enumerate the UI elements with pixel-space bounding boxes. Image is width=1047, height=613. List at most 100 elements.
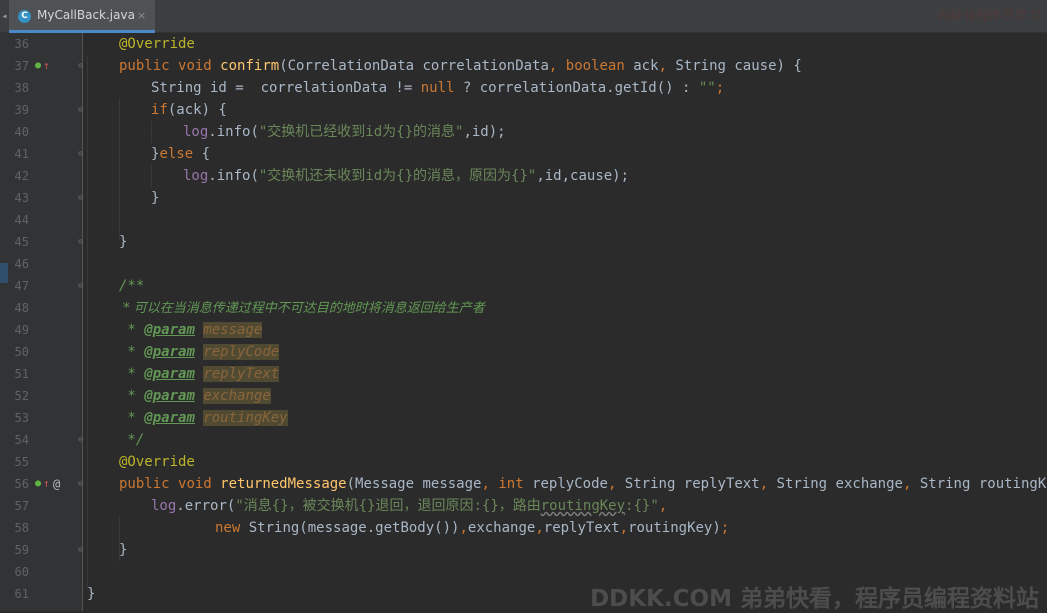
code-line[interactable]: 39 ⊖ if(ack) { <box>0 99 1047 121</box>
tab-bar-watermark-text: 尚硅谷程序员学习 <box>936 9 1041 24</box>
fold-icon[interactable]: ⊖ <box>76 429 85 451</box>
tab-mycallback-java[interactable]: C MyCallBack.java × <box>9 0 155 33</box>
line-number: 54 <box>14 433 29 447</box>
code-text[interactable]: */ <box>119 429 144 451</box>
override-at-icon[interactable]: @ <box>53 473 60 495</box>
line-number: 55 <box>14 455 29 469</box>
code-text[interactable]: log.info("交换机已经收到id为{}的消息",id); <box>183 121 506 143</box>
code-line[interactable]: 59 ⊖ } <box>0 539 1047 561</box>
field-token: log <box>151 498 177 514</box>
code-line[interactable]: 44 <box>0 209 1047 231</box>
fold-icon[interactable]: ⊖ <box>76 143 85 165</box>
implements-method-icon[interactable]: ● <box>35 55 41 77</box>
code-text[interactable]: } <box>87 583 95 605</box>
method-name-token: confirm <box>220 58 280 74</box>
keyword-token: if <box>151 102 168 118</box>
navigate-up-icon[interactable]: ↑ <box>43 55 50 77</box>
code-line[interactable]: 50 * @param replyCode <box>0 341 1047 363</box>
code-text[interactable]: log.error("消息{}，被交换机{}退回，退回原因:{}，路由routi… <box>151 495 667 517</box>
javadoc-tag-token: @param <box>144 366 195 382</box>
code-text[interactable]: @Override <box>119 33 195 55</box>
fold-icon[interactable]: ⊖ <box>76 275 85 297</box>
fold-icon[interactable]: ⊖ <box>76 99 85 121</box>
javadoc-param-token: message <box>203 322 263 338</box>
watermark: DDKK.COM 弟弟快看，程序员编程资料站 <box>590 586 1039 612</box>
code-line[interactable]: 55 @Override <box>0 451 1047 473</box>
code-line[interactable]: 56 ● ↑ @ ⊖ public void returnedMessage(M… <box>0 473 1047 495</box>
string-token: "交换机还未收到id为{}的消息，原因为{}" <box>258 168 537 184</box>
fold-icon[interactable]: ⊖ <box>76 55 85 77</box>
code-token: replyCode <box>523 476 608 492</box>
code-text[interactable]: @Override <box>119 451 195 473</box>
line-number: 38 <box>14 81 29 95</box>
code-token: String exchange <box>768 476 903 492</box>
fold-icon[interactable]: ⊖ <box>76 539 85 561</box>
code-line[interactable]: 38 String id = correlationData != null ?… <box>0 77 1047 99</box>
javadoc-tag-token: @param <box>144 410 195 426</box>
javadoc-tag-token: @param <box>144 322 195 338</box>
code-text[interactable]: public void returnedMessage(Message mess… <box>119 473 1047 495</box>
string-token: routingKey <box>540 498 626 514</box>
code-line[interactable]: 48 * 可以在当消息传递过程中不可达目的地时将消息返回给生产者 <box>0 297 1047 319</box>
line-number: 50 <box>14 345 29 359</box>
code-text[interactable]: /** <box>119 275 144 297</box>
close-tab-icon[interactable]: × <box>137 0 146 31</box>
line-number: 57 <box>14 499 29 513</box>
editor-tab-bar: ◂ C MyCallBack.java × 尚硅谷程序员学习 <box>0 0 1047 33</box>
string-token: "" <box>698 80 716 96</box>
fold-icon[interactable]: ⊖ <box>76 231 85 253</box>
code-line[interactable]: 54 ⊖ */ <box>0 429 1047 451</box>
code-token: routingKey) <box>628 520 721 536</box>
code-line[interactable]: 49 * @param message <box>0 319 1047 341</box>
code-line[interactable]: 43 ⊖ } <box>0 187 1047 209</box>
code-line[interactable]: 46 <box>0 253 1047 275</box>
punct-token: , <box>548 58 558 74</box>
tab-scroll-left-icon[interactable]: ◂ <box>0 0 9 33</box>
string-token: :{}" <box>625 498 659 514</box>
code-text[interactable]: }else { <box>151 143 210 165</box>
line-number: 49 <box>14 323 29 337</box>
line-number: 53 <box>14 411 29 425</box>
code-text[interactable]: * @param message <box>119 319 263 341</box>
line-number: 46 <box>14 257 29 271</box>
fold-icon[interactable]: ⊖ <box>76 473 85 495</box>
code-line[interactable]: 51 * @param replyText <box>0 363 1047 385</box>
code-token: String replyText <box>616 476 760 492</box>
code-line[interactable]: 45 ⊖ } <box>0 231 1047 253</box>
code-token: } <box>87 586 96 602</box>
implements-method-icon[interactable]: ● <box>35 473 41 495</box>
doc-comment-token: * 可以在当消息传递过程中不可达目的地时将消息返回给生产者 <box>119 301 485 316</box>
punct-token: , <box>535 520 544 536</box>
code-text[interactable]: * 可以在当消息传递过程中不可达目的地时将消息返回给生产者 <box>119 297 485 320</box>
code-text[interactable]: * @param replyText <box>119 363 280 385</box>
code-line[interactable]: 41 ⊖ }else { <box>0 143 1047 165</box>
code-text[interactable]: log.info("交换机还未收到id为{}的消息，原因为{}",id,caus… <box>183 165 629 187</box>
code-line[interactable]: 57 log.error("消息{}，被交换机{}退回，退回原因:{}，路由ro… <box>0 495 1047 517</box>
code-line[interactable]: 58 new String(message.getBody()),exchang… <box>0 517 1047 539</box>
code-text[interactable]: } <box>119 539 127 561</box>
code-text[interactable]: * @param exchange <box>119 385 271 407</box>
fold-icon[interactable]: ⊖ <box>76 187 85 209</box>
code-token: } <box>119 234 128 250</box>
code-line[interactable]: 53 * @param routingKey <box>0 407 1047 429</box>
code-token: .info( <box>208 124 259 140</box>
code-line[interactable]: 37 ● ↑ ⊖ public void confirm(Correlation… <box>0 55 1047 77</box>
code-text[interactable]: if(ack) { <box>151 99 227 121</box>
code-token: (CorrelationData correlationData <box>279 58 549 74</box>
code-text[interactable]: String id = correlationData != null ? co… <box>151 77 724 99</box>
code-text[interactable]: * @param routingKey <box>119 407 288 429</box>
code-text[interactable]: } <box>119 231 127 253</box>
code-line[interactable]: 36 @Override <box>0 33 1047 55</box>
navigate-up-icon[interactable]: ↑ <box>43 473 50 495</box>
code-token: String cause) { <box>666 58 802 74</box>
code-text[interactable]: new String(message.getBody()),exchange,r… <box>215 517 729 539</box>
code-text[interactable]: * @param replyCode <box>119 341 280 363</box>
code-line[interactable]: 42 log.info("交换机还未收到id为{}的消息，原因为{}",id,c… <box>0 165 1047 187</box>
code-line[interactable]: 52 * @param exchange <box>0 385 1047 407</box>
line-number: 51 <box>14 367 29 381</box>
code-line[interactable]: 40 log.info("交换机已经收到id为{}的消息",id); <box>0 121 1047 143</box>
javadoc-tag-token: @param <box>144 388 195 404</box>
code-line[interactable]: 47 ⊖ /** <box>0 275 1047 297</box>
code-text[interactable]: public void confirm(CorrelationData corr… <box>119 55 802 77</box>
code-text[interactable]: } <box>151 187 159 209</box>
